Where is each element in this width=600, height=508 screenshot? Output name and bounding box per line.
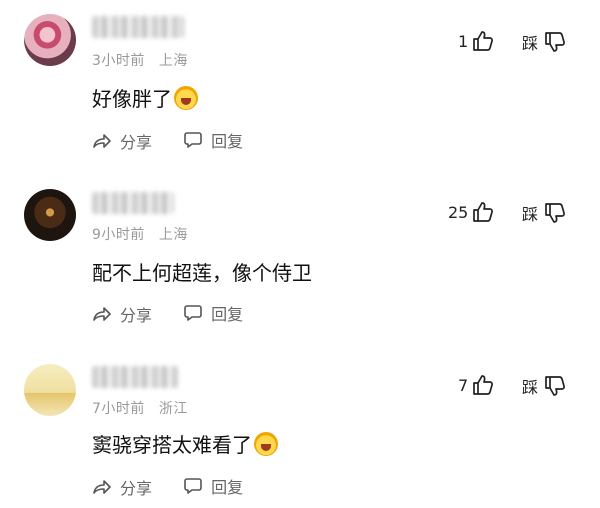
comment-text: 好像胖了 bbox=[92, 86, 198, 112]
thumbs-up-icon bbox=[473, 375, 494, 395]
avatar[interactable] bbox=[24, 364, 76, 416]
like-count: 25 bbox=[448, 202, 469, 222]
shocked-face-icon bbox=[174, 86, 198, 110]
reply-bubble-icon bbox=[184, 132, 202, 148]
username-blurred[interactable] bbox=[92, 192, 174, 214]
like-button[interactable]: 1 bbox=[458, 30, 494, 52]
avatar[interactable] bbox=[24, 14, 76, 66]
dislike-label: 踩 bbox=[522, 205, 539, 224]
share-button[interactable]: 分享 bbox=[92, 129, 152, 153]
share-label: 分享 bbox=[120, 479, 153, 498]
comment-actions: 分享 回复 bbox=[92, 474, 269, 499]
thumbs-up-icon bbox=[473, 202, 494, 222]
like-count: 7 bbox=[458, 375, 469, 395]
like-button[interactable]: 25 bbox=[448, 201, 494, 223]
thumbs-down-icon bbox=[545, 203, 565, 223]
share-button[interactable]: 分享 bbox=[92, 302, 152, 326]
comment-time: 9小时前 bbox=[92, 227, 145, 243]
comment-location: 浙江 bbox=[158, 401, 188, 417]
reply-button[interactable]: 回复 bbox=[183, 128, 243, 152]
like-count: 1 bbox=[458, 31, 469, 51]
comment-text: 配不上何超莲，像个侍卫 bbox=[92, 260, 312, 286]
dislike-label: 踩 bbox=[522, 34, 539, 53]
share-label: 分享 bbox=[120, 133, 153, 152]
comment-location: 上海 bbox=[158, 53, 188, 69]
comment-text-content: 窦骁穿搭太难看了 bbox=[92, 433, 252, 457]
username-blurred[interactable] bbox=[92, 366, 178, 388]
dislike-button[interactable]: 踩 bbox=[522, 30, 566, 54]
dislike-button[interactable]: 踩 bbox=[522, 374, 566, 398]
dislike-button[interactable]: 踩 bbox=[522, 201, 566, 225]
share-icon bbox=[93, 307, 111, 321]
like-button[interactable]: 7 bbox=[458, 374, 494, 396]
share-icon bbox=[93, 134, 111, 148]
reply-label: 回复 bbox=[211, 305, 244, 324]
reply-label: 回复 bbox=[211, 478, 244, 497]
comment-time: 3小时前 bbox=[92, 53, 145, 69]
reply-bubble-icon bbox=[184, 305, 202, 321]
thumbs-up-icon bbox=[473, 31, 494, 51]
comment-text-content: 好像胖了 bbox=[92, 87, 172, 111]
comment-actions: 分享 回复 bbox=[92, 128, 269, 153]
comment-meta: 3小时前 上海 bbox=[92, 50, 188, 70]
avatar[interactable] bbox=[24, 189, 76, 241]
username-blurred[interactable] bbox=[92, 16, 184, 38]
dislike-label: 踩 bbox=[522, 378, 539, 397]
comment-meta: 9小时前 上海 bbox=[92, 224, 188, 244]
share-button[interactable]: 分享 bbox=[92, 475, 152, 499]
reply-label: 回复 bbox=[211, 132, 244, 151]
reply-bubble-icon bbox=[184, 478, 202, 494]
comment-time: 7小时前 bbox=[92, 401, 145, 417]
comment-text-content: 配不上何超莲，像个侍卫 bbox=[92, 261, 312, 285]
reply-button[interactable]: 回复 bbox=[183, 301, 243, 325]
share-icon bbox=[93, 480, 111, 494]
crying-laughing-face-icon bbox=[254, 432, 278, 456]
thumbs-down-icon bbox=[545, 32, 565, 52]
comment-location: 上海 bbox=[158, 227, 188, 243]
comment-meta: 7小时前 浙江 bbox=[92, 398, 188, 418]
comment-actions: 分享 回复 bbox=[92, 301, 269, 326]
thumbs-down-icon bbox=[545, 376, 565, 396]
comment-text: 窦骁穿搭太难看了 bbox=[92, 432, 278, 458]
reply-button[interactable]: 回复 bbox=[183, 474, 243, 498]
share-label: 分享 bbox=[120, 306, 153, 325]
